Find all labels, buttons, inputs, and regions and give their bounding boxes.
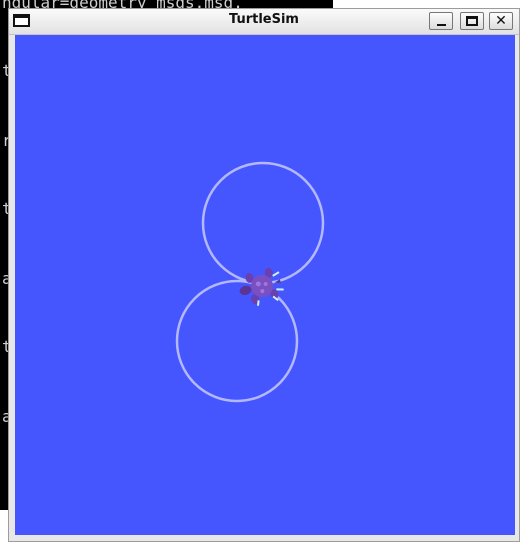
maximize-button[interactable] [460,12,484,30]
close-icon: ✕ [495,13,507,29]
turtle-canvas [15,35,515,535]
turtlesim-window: TurtleSim ✕ [8,8,520,542]
close-button[interactable]: ✕ [489,12,513,30]
maximize-icon [466,16,478,26]
title-bar[interactable]: TurtleSim ✕ [9,9,519,35]
minimize-icon [437,24,446,26]
minimize-button[interactable] [429,12,453,30]
